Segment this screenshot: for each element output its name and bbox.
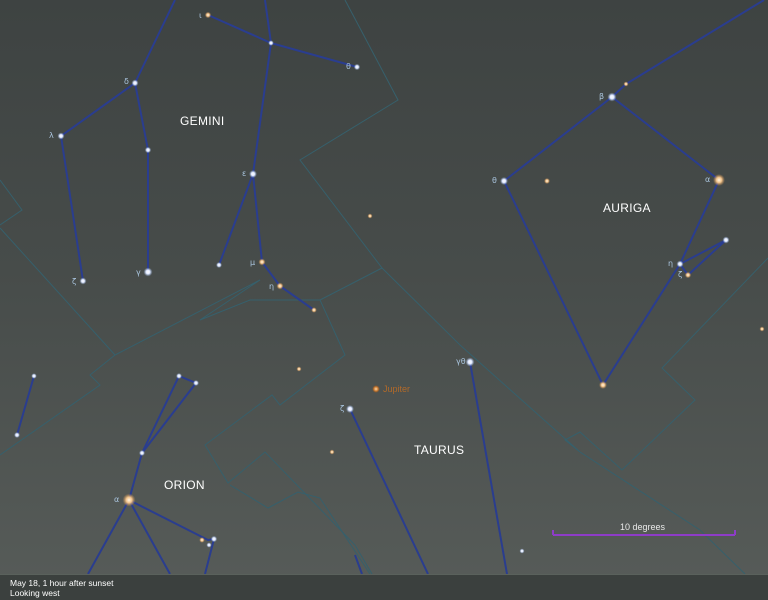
star-ori-lambda-2[interactable] — [193, 380, 199, 386]
boundary-orion-left — [0, 227, 116, 456]
caption-footer: May 18, 1 hour after sunset Looking west — [0, 574, 768, 600]
star-gem-delta[interactable] — [131, 79, 139, 87]
star-ori-left-1[interactable] — [31, 373, 37, 379]
planet-marker[interactable] — [372, 385, 380, 393]
orion-line-e — [16, 375, 35, 436]
star-gem-zeta[interactable] — [79, 277, 87, 285]
star-aur-iota[interactable] — [722, 236, 730, 244]
label-tau-zeta: ζ — [340, 404, 344, 413]
star-gem-tau[interactable] — [268, 40, 274, 46]
star-tau-beta[interactable] — [599, 381, 607, 389]
star-gem-nu[interactable] — [216, 262, 222, 268]
orion-line-a — [87, 375, 198, 574]
auriga-line-a — [502, 0, 765, 388]
planet-label: Jupiter — [383, 384, 410, 394]
constellation-names: GEMINI AURIGA TAURUS ORION — [164, 114, 651, 492]
scale-bar: 10 degrees — [552, 522, 736, 536]
boundary-orion-top — [114, 279, 320, 356]
taurus-line-b — [349, 408, 429, 574]
gemini-line-a — [59, 0, 176, 282]
gemini-line-c — [207, 14, 358, 68]
gemini-line-e — [252, 173, 315, 311]
boundary-auriga — [381, 257, 768, 471]
sky-map[interactable]: Jupiter ι θ δ λ ε μ η ζ γ β θ α η ζ γθ ζ… — [0, 0, 768, 574]
star-gem-1[interactable] — [311, 307, 317, 313]
label-aur-zeta: ζ — [678, 270, 682, 279]
caption-date: May 18, 1 hour after sunset — [10, 578, 114, 588]
star-gem-epsilon[interactable] — [249, 170, 257, 178]
star-gem-zeta-mid[interactable] — [144, 146, 152, 154]
star-faint-1[interactable] — [367, 213, 373, 219]
constellation-name-gemini: GEMINI — [180, 114, 224, 128]
label-tau-gamma: γθ — [456, 357, 466, 366]
star-aur-zeta[interactable] — [684, 271, 692, 279]
star-ori-c[interactable] — [206, 542, 212, 548]
boundary-taurus-orion — [229, 484, 371, 574]
label-gem-iota: ι — [199, 11, 202, 20]
label-gem-theta: θ — [346, 62, 351, 71]
star-faint-2[interactable] — [296, 366, 302, 372]
star-gem-eta[interactable] — [276, 282, 284, 290]
constellation-name-auriga: AURIGA — [603, 201, 651, 215]
star-aur-alpha[interactable] — [713, 174, 725, 186]
label-gem-eta: η — [269, 282, 274, 291]
label-gem-zeta: ζ — [72, 277, 76, 286]
star-ori-mid[interactable] — [139, 450, 145, 456]
planet-jupiter[interactable]: Jupiter — [372, 384, 410, 394]
star-faint-4[interactable] — [544, 178, 550, 184]
star-aur-pi[interactable] — [623, 81, 629, 87]
star-gem-gamma[interactable] — [143, 267, 153, 277]
label-aur-theta: θ — [492, 176, 497, 185]
caption-direction: Looking west — [10, 588, 60, 598]
star-tau-gamma[interactable] — [465, 357, 475, 367]
label-aur-alpha: α — [705, 175, 710, 184]
star-gem-iota[interactable] — [204, 11, 212, 19]
star-ori-a[interactable] — [199, 537, 205, 543]
star-ori-lambda-1[interactable] — [176, 373, 182, 379]
boundary-left-edge — [0, 179, 23, 226]
star-gem-mu[interactable] — [258, 258, 266, 266]
star-ori-b[interactable] — [210, 535, 218, 543]
constellation-boundaries — [0, 0, 768, 574]
constellation-name-orion: ORION — [164, 478, 205, 492]
star-faint-3[interactable] — [329, 449, 335, 455]
gemini-line-b — [134, 82, 149, 272]
label-gem-mu: μ — [250, 258, 255, 267]
star-gem-lambda[interactable] — [57, 132, 65, 140]
orion-line-f — [354, 554, 363, 574]
stars — [14, 11, 765, 554]
constellation-name-taurus: TAURUS — [414, 443, 464, 457]
label-gem-epsilon: ε — [242, 169, 246, 178]
scale-label: 10 degrees — [620, 522, 666, 532]
star-tau-zeta[interactable] — [346, 405, 354, 413]
star-gem-theta[interactable] — [353, 63, 361, 71]
star-faint-5[interactable] — [519, 548, 525, 554]
orion-line-b — [141, 375, 180, 454]
label-gem-lambda: λ — [49, 131, 54, 140]
label-aur-beta: β — [599, 92, 604, 101]
boundary-auriga-lower — [579, 451, 746, 574]
taurus-line-a — [469, 361, 508, 574]
label-gem-gamma: γ — [136, 268, 141, 277]
star-ori-alpha[interactable] — [122, 493, 136, 507]
label-ori-alpha: α — [114, 495, 119, 504]
label-aur-eta: η — [668, 259, 673, 268]
auriga-line-b — [679, 239, 727, 277]
star-aur-beta[interactable] — [607, 92, 617, 102]
star-ori-left-2[interactable] — [14, 432, 20, 438]
star-aur-theta[interactable] — [500, 177, 508, 185]
star-aur-eta[interactable] — [676, 260, 684, 268]
star-faint-6[interactable] — [759, 326, 765, 332]
orion-line-c — [128, 499, 216, 574]
label-gem-delta: δ — [124, 77, 129, 86]
